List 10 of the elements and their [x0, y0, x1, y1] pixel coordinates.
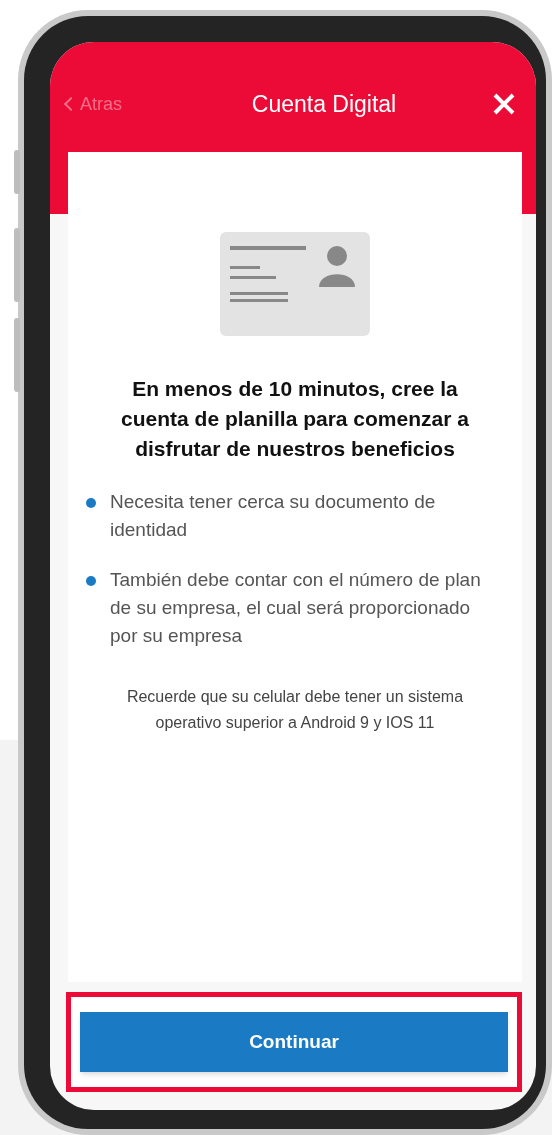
bullet-icon	[86, 576, 96, 586]
id-card-icon	[220, 232, 370, 336]
screen-title: Cuenta Digital	[251, 89, 397, 119]
continue-button[interactable]: Continuar	[80, 1012, 508, 1072]
close-icon[interactable]	[492, 92, 516, 116]
bullet-icon	[86, 498, 96, 508]
requirements-note: Recuerde que su celular debe tener un sistema operativo superior a Android 9 y IOS 11	[125, 687, 465, 733]
requirement-text: También debe contar con el número de plan de su empresa, el cual será proporcionado por su empresa	[110, 568, 482, 648]
intro-heading: En menos de 10 minutos, cree la cuenta de planilla para comenzar a disfrutar de nuestros beneficios	[120, 376, 470, 462]
requirement-text: Necesita tener cerca su documento de identidad	[110, 490, 437, 542]
